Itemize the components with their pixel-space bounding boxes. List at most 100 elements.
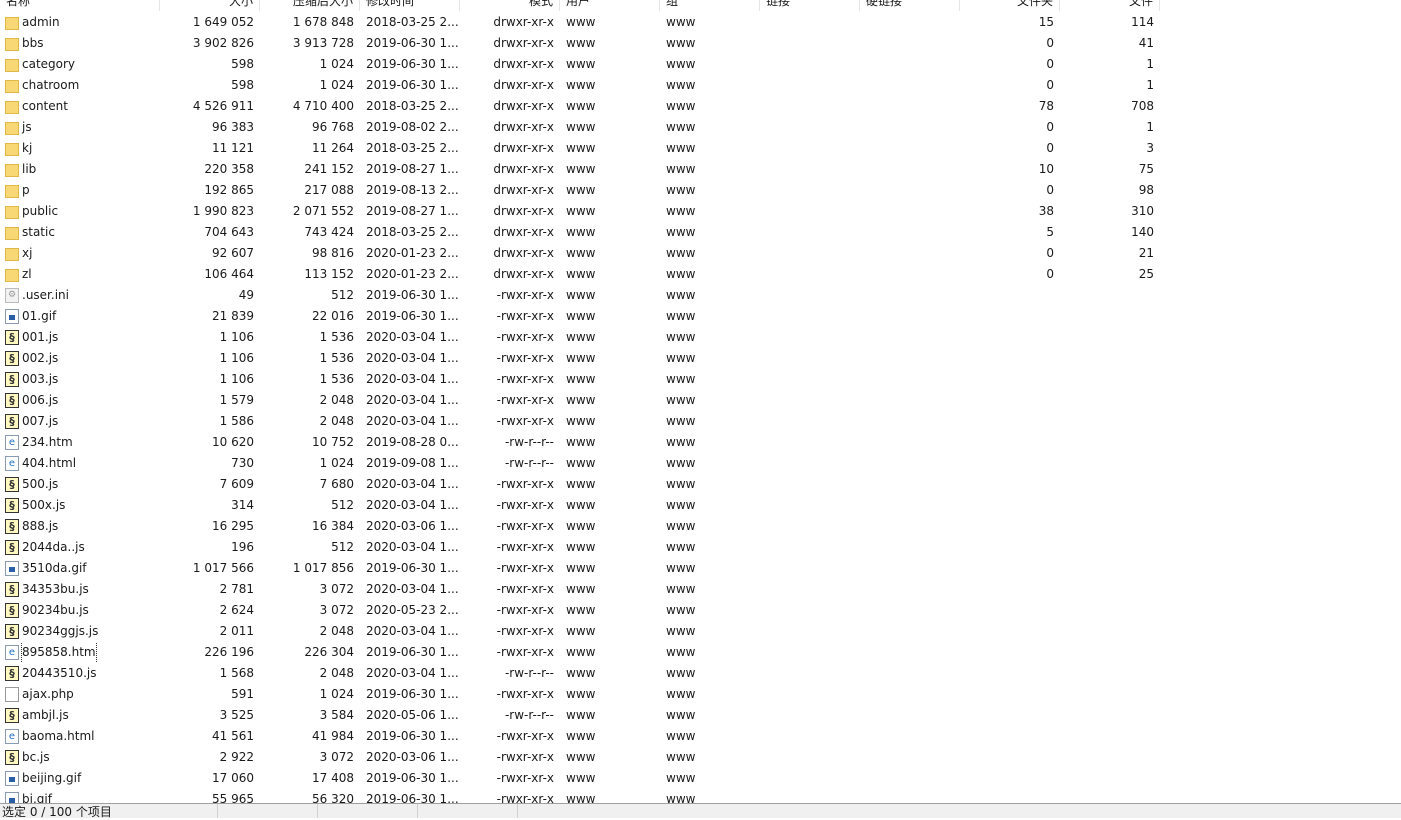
column-header-group[interactable]: 组 xyxy=(660,0,760,11)
column-header-folders[interactable]: 文件夹 xyxy=(960,0,1060,11)
file-row[interactable]: ⚙ .user.ini 49 512 2019-06-30 1... -rwxr-xr-x… xyxy=(0,285,1401,306)
file-row[interactable]: § 500x.js 314 512 2020-03-04 1... -rwxr-xr-x w… xyxy=(0,495,1401,516)
file-name[interactable]: bj.gif xyxy=(22,789,52,803)
file-row[interactable]: js 96 383 96 768 2019-08-02 2... drwxr-xr-x w… xyxy=(0,117,1401,138)
cell-size: 1 017 566 xyxy=(192,561,254,575)
file-row[interactable]: § 001.js 1 106 1 536 2020-03-04 1... -rwxr-xr… xyxy=(0,327,1401,348)
file-row[interactable]: ajax.php 591 1 024 2019-06-30 1... -rwxr-xr-… xyxy=(0,684,1401,705)
file-row[interactable]: lib 220 358 241 152 2019-08-27 1... drwxr-xr… xyxy=(0,159,1401,180)
column-header-files[interactable]: 文件 xyxy=(1060,0,1160,11)
file-row[interactable]: § 2044da..js 196 512 2020-03-04 1... -rwxr-xr… xyxy=(0,537,1401,558)
file-row[interactable]: § 500.js 7 609 7 680 2020-03-04 1... -rwxr-xr… xyxy=(0,474,1401,495)
column-header-user[interactable]: 用户 xyxy=(560,0,660,11)
column-header-hardlink[interactable]: 硬链接 xyxy=(860,0,960,11)
file-row[interactable]: public 1 990 823 2 071 552 2019-08-27 1... d… xyxy=(0,201,1401,222)
file-row[interactable]: § 90234bu.js 2 624 3 072 2020-05-23 2... -rwx… xyxy=(0,600,1401,621)
file-name[interactable]: 895858.htm xyxy=(21,642,97,663)
file-name[interactable]: admin xyxy=(22,12,60,33)
file-name[interactable]: 90234bu.js xyxy=(22,600,89,621)
file-name[interactable]: beijing.gif xyxy=(22,768,81,789)
file-name[interactable]: lib xyxy=(22,159,36,180)
file-row[interactable]: beijing.gif 17 060 17 408 2019-06-30 1... -r… xyxy=(0,768,1401,789)
column-header-size[interactable]: 大小 xyxy=(160,0,260,11)
file-name[interactable]: zl xyxy=(22,264,32,285)
folder-file-icon xyxy=(5,163,19,177)
file-row[interactable]: § 003.js 1 106 1 536 2020-03-04 1... -rwxr-xr… xyxy=(0,369,1401,390)
file-row[interactable]: p 192 865 217 088 2019-08-13 2... drwxr-xr-x… xyxy=(0,180,1401,201)
file-name[interactable]: 888.js xyxy=(22,516,58,537)
cell-user: www xyxy=(566,246,596,260)
file-row[interactable]: § bc.js 2 922 3 072 2020-03-06 1... -rwxr-xr-… xyxy=(0,747,1401,768)
file-name[interactable]: 006.js xyxy=(22,390,58,411)
file-row[interactable]: admin 1 649 052 1 678 848 2018-03-25 2... dr… xyxy=(0,12,1401,33)
file-name[interactable]: 003.js xyxy=(22,369,58,390)
file-row[interactable]: 01.gif 21 839 22 016 2019-06-30 1... -rwxr-x… xyxy=(0,306,1401,327)
file-row[interactable]: § 90234ggjs.js 2 011 2 048 2020-03-04 1... -r… xyxy=(0,621,1401,642)
file-row[interactable]: category 598 1 024 2019-06-30 1... drwxr-xr-… xyxy=(0,54,1401,75)
file-name[interactable]: static xyxy=(22,222,55,243)
cell-packed-size: 22 016 xyxy=(312,309,354,323)
file-name[interactable]: 500.js xyxy=(22,474,58,495)
file-name[interactable]: 20443510.js xyxy=(22,663,96,684)
file-name[interactable]: 01.gif xyxy=(22,306,56,327)
file-name[interactable]: js xyxy=(22,117,32,138)
cell-hardlink xyxy=(860,558,960,579)
file-row[interactable]: xj 92 607 98 816 2020-01-23 2... drwxr-xr-x w… xyxy=(0,243,1401,264)
column-header-packed-size[interactable]: 压缩后大小 xyxy=(260,0,360,11)
file-name[interactable]: 001.js xyxy=(22,327,58,348)
column-header-mode[interactable]: 模式 xyxy=(460,0,560,11)
cell-hardlink xyxy=(860,348,960,369)
file-name[interactable]: 3510da.gif xyxy=(22,558,87,579)
file-name[interactable]: bbs xyxy=(22,33,44,54)
file-row[interactable]: bbs 3 902 826 3 913 728 2019-06-30 1... drwx… xyxy=(0,33,1401,54)
file-row[interactable]: chatroom 598 1 024 2019-06-30 1... drwxr-xr-… xyxy=(0,75,1401,96)
file-name[interactable]: 500x.js xyxy=(22,495,65,516)
file-name[interactable]: p xyxy=(22,180,30,201)
status-cell xyxy=(418,804,518,818)
file-row[interactable]: § 007.js 1 586 2 048 2020-03-04 1... -rwxr-xr… xyxy=(0,411,1401,432)
file-list[interactable]: admin 1 649 052 1 678 848 2018-03-25 2... dr… xyxy=(0,12,1401,803)
file-name[interactable]: ambjl.js xyxy=(22,705,69,726)
file-name[interactable]: 34353bu.js xyxy=(22,579,89,600)
cell-mode: drwxr-xr-x xyxy=(493,99,554,113)
file-row[interactable]: § 006.js 1 579 2 048 2020-03-04 1... -rwxr-xr… xyxy=(0,390,1401,411)
file-name[interactable]: 234.htm xyxy=(22,432,73,453)
file-row[interactable]: § ambjl.js 3 525 3 584 2020-05-06 1... -rw-r-… xyxy=(0,705,1401,726)
file-name[interactable]: 90234ggjs.js xyxy=(22,621,98,642)
file-row[interactable]: e 234.htm 10 620 10 752 2019-08-28 0... -rw-r… xyxy=(0,432,1401,453)
file-name[interactable]: content xyxy=(22,96,68,117)
file-name[interactable]: kj xyxy=(22,138,32,159)
column-header-name[interactable]: 名称 xyxy=(0,0,160,11)
file-row[interactable]: e 895858.htm 226 196 226 304 2019-06-30 1...… xyxy=(0,642,1401,663)
cell-user: www xyxy=(566,288,596,302)
file-row[interactable]: bj.gif 55 965 56 320 2019-06-30 1... -rwxr-x… xyxy=(0,789,1401,803)
file-row[interactable]: static 704 643 743 424 2018-03-25 2... drwxr… xyxy=(0,222,1401,243)
file-row[interactable]: content 4 526 911 4 710 400 2018-03-25 2...… xyxy=(0,96,1401,117)
file-name[interactable]: 002.js xyxy=(22,348,58,369)
js-file-icon: § xyxy=(5,498,19,513)
column-header-link[interactable]: 链接 xyxy=(760,0,860,11)
file-name[interactable]: public xyxy=(22,201,58,222)
file-name[interactable]: .user.ini xyxy=(22,285,69,306)
file-name[interactable]: 2044da..js xyxy=(22,537,85,558)
file-name[interactable]: 007.js xyxy=(22,411,58,432)
file-row[interactable]: kj 11 121 11 264 2018-03-25 2... drwxr-xr-x w… xyxy=(0,138,1401,159)
file-name[interactable]: ajax.php xyxy=(22,684,74,705)
file-row[interactable]: e baoma.html 41 561 41 984 2019-06-30 1... -r… xyxy=(0,726,1401,747)
column-header-modified[interactable]: 修改时间 xyxy=(360,0,460,11)
cell-folders xyxy=(960,369,1060,390)
file-name[interactable]: xj xyxy=(22,243,32,264)
file-name[interactable]: category xyxy=(22,54,75,75)
file-name[interactable]: chatroom xyxy=(22,75,79,96)
file-row[interactable]: zl 106 464 113 152 2020-01-23 2... drwxr-xr-… xyxy=(0,264,1401,285)
file-row[interactable]: 3510da.gif 1 017 566 1 017 856 2019-06-30 1… xyxy=(0,558,1401,579)
file-row[interactable]: e 404.html 730 1 024 2019-09-08 1... -rw-r--r… xyxy=(0,453,1401,474)
file-name[interactable]: 404.html xyxy=(22,453,76,474)
file-row[interactable]: § 34353bu.js 2 781 3 072 2020-03-04 1... -rwx… xyxy=(0,579,1401,600)
file-name[interactable]: baoma.html xyxy=(22,726,95,747)
file-row[interactable]: § 002.js 1 106 1 536 2020-03-04 1... -rwxr-xr… xyxy=(0,348,1401,369)
file-name[interactable]: bc.js xyxy=(22,747,50,768)
file-row[interactable]: § 888.js 16 295 16 384 2020-03-06 1... -rwxr-… xyxy=(0,516,1401,537)
cell-hardlink xyxy=(860,474,960,495)
file-row[interactable]: § 20443510.js 1 568 2 048 2020-03-04 1... -rw… xyxy=(0,663,1401,684)
